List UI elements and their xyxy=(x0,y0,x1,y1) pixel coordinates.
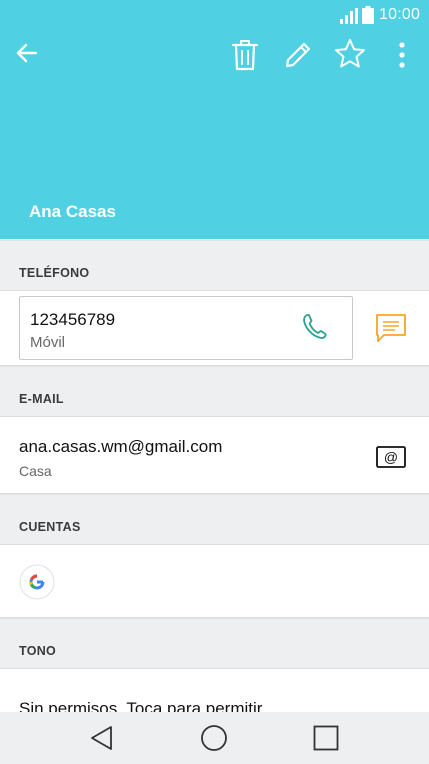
contact-name: Ana Casas xyxy=(29,202,116,221)
email-section-header: E-MAIL xyxy=(0,366,429,417)
star-icon[interactable] xyxy=(334,38,366,70)
back-arrow-icon[interactable] xyxy=(14,40,40,66)
contact-header: 10:00 Ana Casas xyxy=(0,0,429,239)
accounts-section-title: CUENTAS xyxy=(19,520,81,534)
signal-icon xyxy=(340,8,358,24)
status-bar: 10:00 xyxy=(0,0,429,32)
accounts-section-header: CUENTAS xyxy=(0,494,429,545)
phone-row: 123456789 Móvil xyxy=(0,290,429,366)
battery-icon xyxy=(362,6,374,24)
phone-number: 123456789 xyxy=(30,310,116,329)
status-time: 10:00 xyxy=(379,6,421,23)
email-icon[interactable]: @ xyxy=(376,446,406,468)
email-address: ana.casas.wm@gmail.com xyxy=(19,437,223,456)
trash-icon[interactable] xyxy=(231,39,259,71)
nav-home-icon[interactable] xyxy=(200,724,228,752)
phone-number-card[interactable]: 123456789 Móvil xyxy=(19,296,353,360)
phone-type: Móvil xyxy=(30,334,66,351)
email-type: Casa xyxy=(19,463,52,479)
message-icon[interactable] xyxy=(375,313,407,343)
phone-icon[interactable] xyxy=(301,313,327,341)
system-navigation-bar xyxy=(0,712,429,764)
nav-recents-icon[interactable] xyxy=(313,725,339,751)
svg-text:@: @ xyxy=(384,449,398,465)
phone-section-header: TELÉFONO xyxy=(0,240,429,291)
nav-back-icon[interactable] xyxy=(89,725,115,751)
email-row[interactable]: ana.casas.wm@gmail.com Casa @ xyxy=(0,416,429,494)
pencil-icon[interactable] xyxy=(283,40,313,70)
ringtone-section-header: TONO xyxy=(0,618,429,669)
phone-section-title: TELÉFONO xyxy=(19,266,90,280)
accounts-row xyxy=(0,544,429,618)
google-icon[interactable] xyxy=(19,564,55,600)
email-section-title: E-MAIL xyxy=(19,392,64,406)
more-vert-icon[interactable] xyxy=(392,40,412,70)
ringtone-section-title: TONO xyxy=(19,644,57,658)
